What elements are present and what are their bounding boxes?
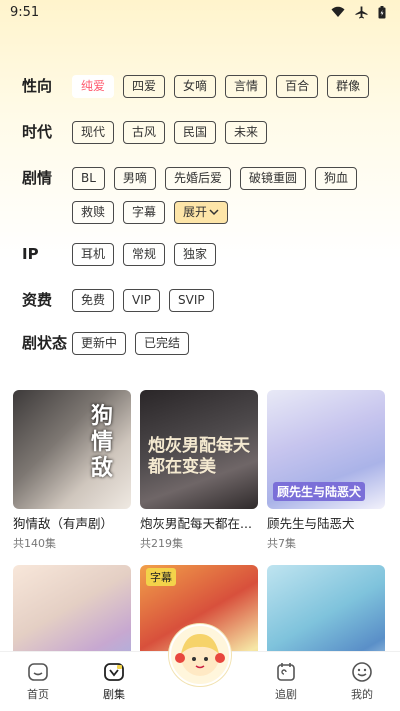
chip-ip-regular[interactable]: 常规	[123, 243, 166, 266]
expand-label: 展开	[183, 205, 208, 219]
chip-gender-siai[interactable]: 四爱	[123, 75, 166, 98]
nav-home[interactable]: 首页	[8, 661, 68, 702]
chip-era-modern[interactable]: 现代	[72, 121, 115, 144]
cover-text: 炮灰男配每天都在变美	[148, 436, 250, 477]
subtitle-badge: 字幕	[146, 568, 176, 586]
home-icon	[28, 663, 48, 681]
filter-row-gender: 性向 纯爱 四爱 女嘀 言情 百合 群像	[22, 72, 378, 100]
cover-text: 狗情敌	[91, 404, 114, 481]
smiley-icon	[352, 662, 372, 682]
wifi-icon	[331, 6, 345, 17]
nav-me-label: 我的	[351, 688, 373, 701]
series-icon	[104, 663, 124, 681]
chip-gender-chunai[interactable]: 纯爱	[72, 75, 115, 98]
chip-plot-bl[interactable]: BL	[72, 167, 105, 190]
filter-row-fee: 资费 免费 VIP SVIP	[22, 286, 378, 314]
filter-label-ip: IP	[22, 245, 39, 263]
chip-plot-redemption[interactable]: 救赎	[72, 201, 115, 224]
chip-status-ongoing[interactable]: 更新中	[72, 332, 127, 355]
nav-center[interactable]	[160, 623, 240, 711]
chip-gender-nvdi[interactable]: 女嘀	[174, 75, 217, 98]
series-title: 顾先生与陆恶犬	[267, 516, 355, 531]
chip-status-finished[interactable]: 已完结	[135, 332, 190, 355]
chip-plot-nandi[interactable]: 男嘀	[113, 167, 156, 190]
filter-row-era: 时代 现代 古风 民国 未来	[22, 118, 378, 146]
status-bar: 9:51	[0, 0, 400, 24]
chip-era-future[interactable]: 未来	[225, 121, 268, 144]
nav-series[interactable]: 剧集	[84, 661, 144, 702]
filter-row-ip: IP 耳机 常规 独家	[22, 240, 378, 268]
nav-home-label: 首页	[27, 688, 49, 701]
chip-gender-baihe[interactable]: 百合	[276, 75, 319, 98]
filter-label-status: 剧状态	[22, 334, 68, 352]
nav-series-label: 剧集	[103, 688, 125, 701]
nav-follow[interactable]: 追剧	[256, 661, 316, 702]
chip-era-ancient[interactable]: 古风	[123, 121, 166, 144]
chip-plot-marriage-first[interactable]: 先婚后爱	[164, 167, 231, 190]
status-time: 9:51	[10, 4, 40, 20]
filter-row-plot: 剧情 BL 男嘀 先婚后爱 破镜重圆 狗血 救赎 字幕 展开	[22, 164, 378, 224]
chip-plot-subtitle[interactable]: 字幕	[123, 201, 166, 224]
series-cover[interactable]: 顾先生与陆恶犬	[267, 390, 385, 509]
series-title: 炮灰男配每天都在...	[140, 516, 252, 531]
mascot-icon	[175, 633, 225, 676]
calendar-icon	[277, 663, 295, 681]
mascot-avatar[interactable]	[169, 623, 231, 686]
filter-label-era: 时代	[22, 123, 53, 141]
series-title: 狗情敌（有声剧）	[13, 516, 114, 531]
chip-plot-reunion[interactable]: 破镜重圆	[239, 167, 306, 190]
chip-era-republic[interactable]: 民国	[174, 121, 217, 144]
episode-count: 共7集	[267, 537, 296, 550]
chevron-down-icon	[209, 209, 219, 216]
chip-fee-svip[interactable]: SVIP	[169, 289, 214, 312]
battery-icon	[378, 5, 386, 18]
chip-ip-earphone[interactable]: 耳机	[72, 243, 115, 266]
filter-label-plot: 剧情	[22, 169, 53, 187]
bottom-nav: 首页 剧集 追剧 我的	[0, 623, 400, 711]
filter-row-status: 剧状态 更新中 已完结	[22, 329, 378, 357]
chip-fee-vip[interactable]: VIP	[123, 289, 160, 312]
status-icons	[331, 5, 386, 19]
cover-text: 顾先生与陆恶犬	[273, 482, 366, 501]
chip-plot-melodrama[interactable]: 狗血	[314, 167, 357, 190]
series-card[interactable]: 炮灰男配每天都在变美 炮灰男配每天都在... 共219集	[140, 390, 258, 551]
series-cover[interactable]: 狗情敌	[13, 390, 131, 509]
episode-count: 共219集	[140, 537, 183, 550]
series-cover[interactable]: 炮灰男配每天都在变美	[140, 390, 258, 509]
filter-label-fee: 资费	[22, 291, 53, 309]
series-card[interactable]: 狗情敌 狗情敌（有声剧） 共140集	[13, 390, 131, 551]
chip-ip-exclusive[interactable]: 独家	[174, 243, 217, 266]
episode-count: 共140集	[13, 537, 56, 550]
filter-label-gender: 性向	[22, 77, 53, 95]
chip-gender-yanqing[interactable]: 言情	[225, 75, 268, 98]
chip-fee-free[interactable]: 免费	[72, 289, 115, 312]
airplane-icon	[355, 6, 368, 18]
chip-gender-qunxiang[interactable]: 群像	[327, 75, 370, 98]
series-card[interactable]: 顾先生与陆恶犬 顾先生与陆恶犬 共7集	[267, 390, 385, 551]
filter-panel: 性向 纯爱 四爱 女嘀 言情 百合 群像 时代 现代 古风 民国 未来 剧情 B…	[0, 72, 400, 357]
expand-button[interactable]: 展开	[174, 201, 229, 224]
nav-follow-label: 追剧	[275, 688, 297, 701]
nav-me[interactable]: 我的	[332, 661, 392, 702]
